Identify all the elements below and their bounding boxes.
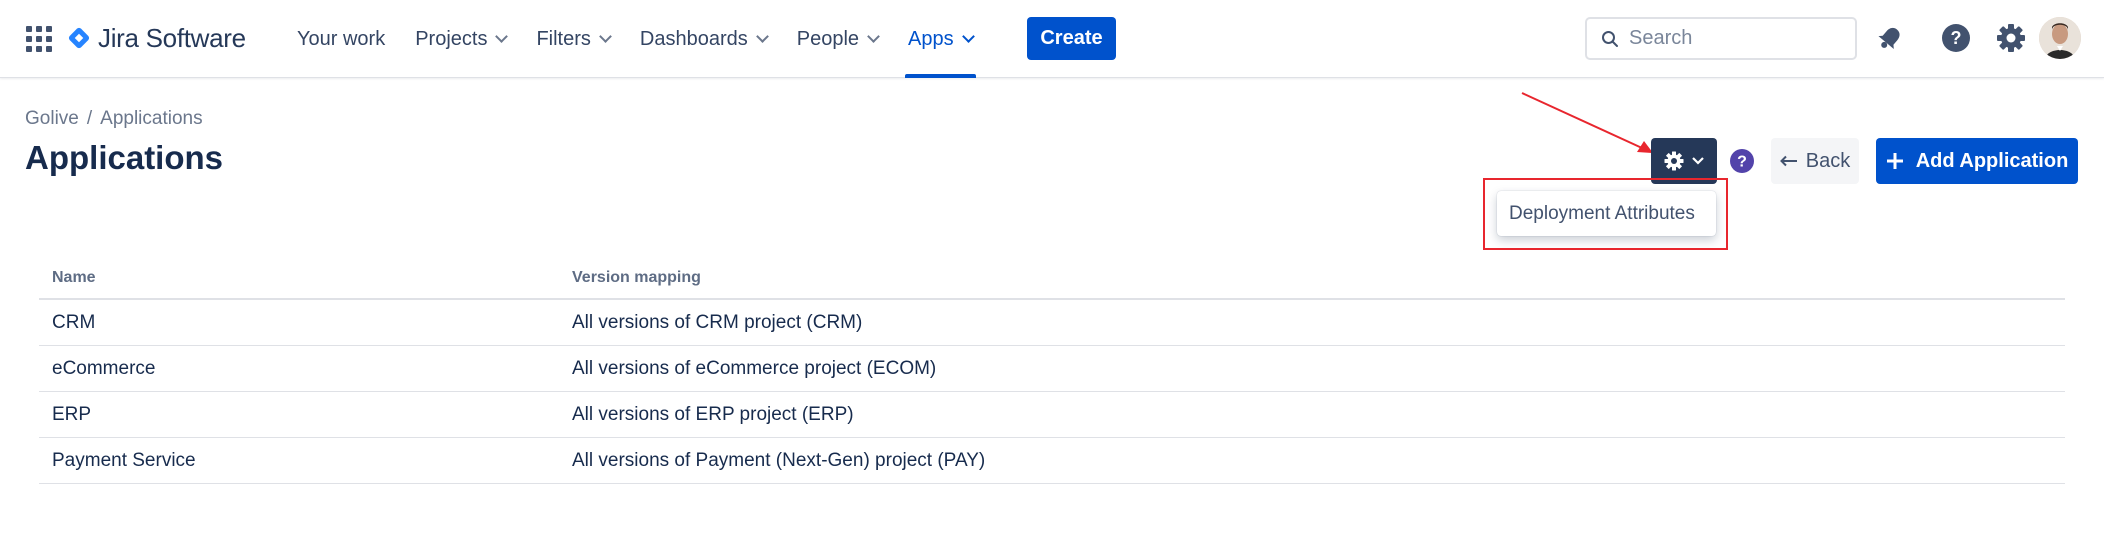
nav-label: Dashboards (639, 27, 748, 50)
annotation-highlight-box (1483, 178, 1728, 250)
cell-version-mapping: All versions of CRM project (CRM) (572, 311, 863, 333)
svg-text:?: ? (1737, 154, 1747, 171)
cell-name: ERP (52, 403, 92, 425)
chevron-down-icon (961, 29, 975, 43)
breadcrumb-separator: / (86, 108, 93, 129)
user-avatar[interactable] (2039, 17, 2081, 59)
table-row[interactable]: CRM All versions of CRM project (CRM) (39, 300, 2065, 346)
breadcrumb-current[interactable]: Applications (100, 108, 202, 129)
cell-name: Payment Service (52, 449, 196, 471)
nav-apps[interactable]: Apps (893, 0, 988, 78)
nav-label: Filters (536, 27, 591, 50)
nav-label: Apps (908, 27, 954, 50)
table-header: Name Version mapping (39, 258, 2065, 300)
chevron-down-icon (495, 29, 509, 43)
settings-gear-icon[interactable] (1992, 19, 2030, 57)
logo-text: Jira Software (98, 22, 246, 53)
plus-icon (1886, 153, 1903, 169)
svg-text:?: ? (1951, 28, 1962, 48)
nav-projects[interactable]: Projects (400, 0, 521, 78)
chevron-down-icon (1692, 157, 1704, 165)
arrow-left-icon (1779, 155, 1797, 167)
chevron-down-icon (755, 29, 769, 43)
help-circle-icon[interactable]: ? (1727, 146, 1757, 176)
table-row[interactable]: eCommerce All versions of eCommerce proj… (39, 346, 2065, 392)
column-header-name[interactable]: Name (39, 269, 572, 287)
jira-diamond-icon (68, 27, 90, 49)
help-icon[interactable]: ? (1937, 19, 1975, 57)
cell-name: CRM (52, 311, 96, 333)
table-row[interactable]: Payment Service All versions of Payment … (39, 438, 2065, 484)
add-application-button[interactable]: Add Application (1876, 138, 2078, 184)
breadcrumb-root[interactable]: Golive (25, 108, 79, 129)
search-icon (1602, 31, 1618, 47)
nav-people[interactable]: People (782, 0, 893, 78)
page-title: Applications (25, 139, 224, 176)
annotation-arrow (1521, 92, 1653, 153)
breadcrumb: Golive / Applications (25, 108, 203, 130)
top-navigation: Jira Software Your work Projects Filters… (0, 0, 2104, 78)
cell-version-mapping: All versions of eCommerce project (ECOM) (572, 357, 937, 379)
column-header-version-mapping[interactable]: Version mapping (572, 269, 2065, 287)
search-input[interactable] (1629, 27, 1855, 50)
chevron-down-icon (599, 29, 612, 43)
back-button[interactable]: Back (1771, 138, 1859, 184)
cell-name: eCommerce (52, 357, 156, 379)
nav-label: People (796, 27, 860, 50)
user-portrait-icon (2039, 17, 2081, 59)
back-label: Back (1805, 149, 1851, 172)
notifications-icon[interactable] (1871, 19, 1909, 57)
applications-table: Name Version mapping CRM All versions of… (39, 258, 2065, 484)
add-application-label: Add Application (1915, 149, 2069, 172)
create-button[interactable]: Create (1027, 17, 1116, 60)
nav-your-work[interactable]: Your work (282, 0, 400, 78)
gear-icon (1664, 151, 1684, 171)
primary-nav: Your work Projects Filters Dashboards Pe… (282, 0, 988, 78)
table-row[interactable]: ERP All versions of ERP project (ERP) (39, 392, 2065, 438)
app-switcher-icon[interactable] (26, 26, 52, 52)
nav-dashboards[interactable]: Dashboards (625, 0, 782, 78)
cell-version-mapping: All versions of ERP project (ERP) (572, 403, 854, 425)
chevron-down-icon (867, 29, 880, 43)
nav-filters[interactable]: Filters (521, 0, 624, 78)
nav-label: Projects (415, 27, 488, 50)
nav-label: Your work (297, 27, 386, 50)
cell-version-mapping: All versions of Payment (Next-Gen) proje… (572, 449, 986, 471)
search-box[interactable] (1585, 17, 1857, 60)
jira-logo[interactable]: Jira Software (68, 22, 246, 54)
